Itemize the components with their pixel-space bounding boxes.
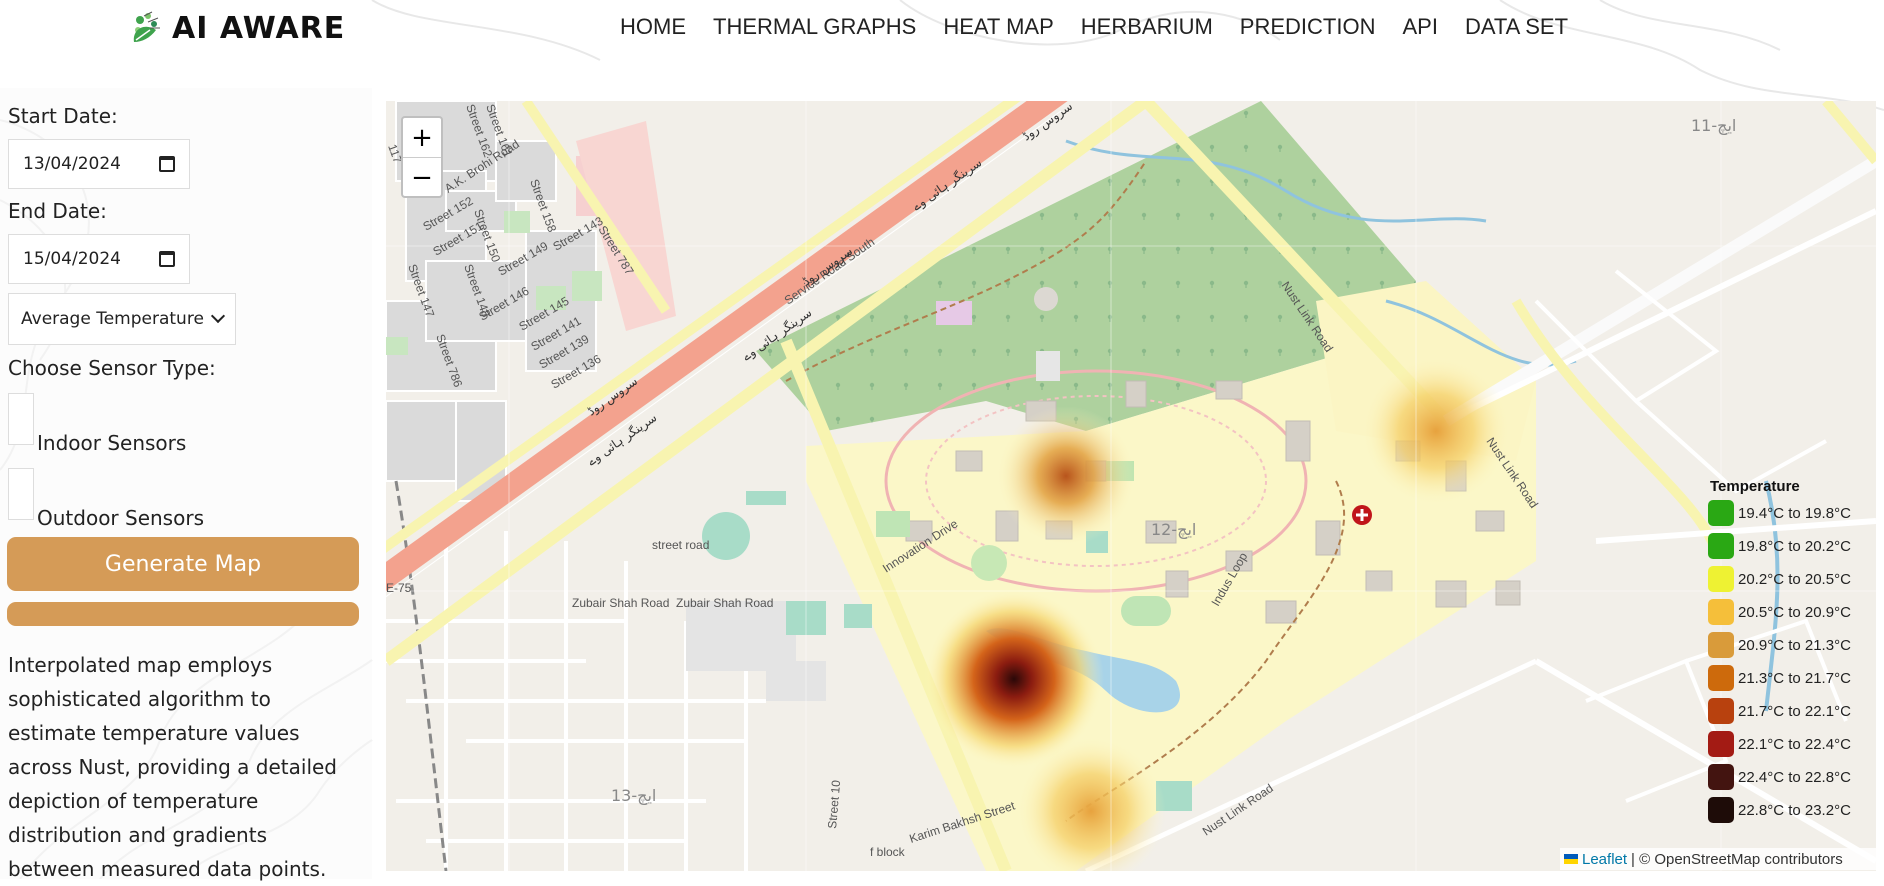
legend-label: 19.4°C to 19.8°C: [1738, 504, 1851, 522]
indoor-sensors-label: Indoor Sensors: [37, 431, 187, 455]
map-label-sector-h11: ایچ-11: [1691, 116, 1736, 135]
legend-swatch: [1708, 500, 1734, 526]
map-tiles[interactable]: Service Road South Street 787 Nust Link …: [386, 101, 1876, 871]
legend-swatch: [1708, 632, 1734, 658]
legend-label: 20.5°C to 20.9°C: [1738, 603, 1851, 621]
legend-row: 20.5°C to 20.9°C: [1708, 599, 1851, 625]
nav-home[interactable]: HOME: [620, 14, 686, 40]
temperature-legend: Temperature 19.4°C to 19.8°C 19.8°C to 20…: [1708, 478, 1868, 823]
chevron-down-icon: [210, 308, 226, 324]
nav-api[interactable]: API: [1402, 14, 1437, 40]
legend-swatch: [1708, 764, 1734, 790]
end-date-value: 15/04/2024: [23, 249, 121, 269]
map-label-e75: E-75: [386, 581, 412, 595]
logo-text: AI AWARE: [172, 10, 346, 46]
zoom-in-button[interactable]: +: [403, 118, 441, 158]
heat-map[interactable]: Service Road South Street 787 Nust Link …: [386, 101, 1876, 871]
end-date-label: End Date:: [8, 199, 107, 223]
legend-label: 20.2°C to 20.5°C: [1738, 570, 1851, 588]
calendar-icon[interactable]: [159, 156, 175, 172]
nav-heat-map[interactable]: HEAT MAP: [943, 14, 1053, 40]
map-label-street-10: Street 10: [825, 779, 843, 829]
map-label-nust-link-road-3: Nust Link Road: [1200, 781, 1276, 838]
legend-title: Temperature: [1710, 478, 1800, 495]
legend-row: 21.3°C to 21.7°C: [1708, 665, 1851, 691]
progress-bar: [7, 602, 359, 626]
map-description: Interpolated map employs sophisticated a…: [8, 653, 337, 881]
metric-select[interactable]: Average Temperature: [8, 293, 236, 345]
legend-label: 22.4°C to 22.8°C: [1738, 768, 1851, 786]
map-label-sector-h12: ایچ-12: [1151, 520, 1196, 539]
start-date-label: Start Date:: [8, 104, 118, 128]
leaf-brain-icon: [133, 11, 160, 42]
leaflet-link[interactable]: Leaflet: [1582, 851, 1627, 868]
nav-data-set[interactable]: DATA SET: [1465, 14, 1568, 40]
legend-swatch: [1708, 599, 1734, 625]
indoor-sensors-checkbox[interactable]: [8, 393, 34, 445]
legend-row: 22.1°C to 22.4°C: [1708, 731, 1851, 757]
nav-thermal-graphs[interactable]: THERMAL GRAPHS: [713, 14, 916, 40]
legend-label: 20.9°C to 21.3°C: [1738, 636, 1851, 654]
legend-swatch: [1708, 566, 1734, 592]
legend-row: 19.4°C to 19.8°C: [1708, 500, 1851, 526]
outdoor-sensors-label: Outdoor Sensors: [37, 506, 204, 530]
map-label-zubair-1: Zubair Shah Road: [572, 596, 669, 610]
logo[interactable]: AI AWARE: [128, 8, 345, 48]
legend-row: 19.8°C to 20.2°C: [1708, 533, 1851, 559]
start-date-value: 13/04/2024: [23, 154, 121, 174]
legend-swatch: [1708, 731, 1734, 757]
main-nav: HOME THERMAL GRAPHS HEAT MAP HERBARIUM P…: [620, 14, 1568, 40]
legend-swatch: [1708, 665, 1734, 691]
legend-swatch: [1708, 533, 1734, 559]
zoom-out-button[interactable]: −: [403, 158, 441, 197]
legend-row: 21.7°C to 22.1°C: [1708, 698, 1851, 724]
metric-select-value: Average Temperature: [21, 309, 204, 329]
legend-row: 22.4°C to 22.8°C: [1708, 764, 1851, 790]
legend-label: 21.3°C to 21.7°C: [1738, 669, 1851, 687]
ukraine-flag-icon: [1564, 854, 1578, 864]
map-attribution: Leaflet | © OpenStreetMap contributors: [1560, 848, 1876, 870]
start-date-input[interactable]: 13/04/2024: [8, 139, 190, 189]
legend-row: 20.9°C to 21.3°C: [1708, 632, 1851, 658]
map-label-f-block: f block: [870, 845, 906, 859]
legend-row: 22.8°C to 23.2°C: [1708, 797, 1851, 823]
legend-label: 22.8°C to 23.2°C: [1738, 801, 1851, 819]
legend-label: 19.8°C to 20.2°C: [1738, 537, 1851, 555]
generate-map-button[interactable]: Generate Map: [7, 537, 359, 591]
legend-swatch: [1708, 797, 1734, 823]
map-label-sector-h13: ایچ-13: [611, 786, 656, 805]
map-label-zubair-2: Zubair Shah Road: [676, 596, 773, 610]
end-date-input[interactable]: 15/04/2024: [8, 234, 190, 284]
legend-row: 20.2°C to 20.5°C: [1708, 566, 1851, 592]
legend-label: 22.1°C to 22.4°C: [1738, 735, 1851, 753]
legend-label: 21.7°C to 22.1°C: [1738, 702, 1851, 720]
map-label-street-road: street road: [652, 538, 709, 552]
legend-swatch: [1708, 698, 1734, 724]
outdoor-sensors-checkbox[interactable]: [8, 468, 34, 520]
nav-herbarium[interactable]: HERBARIUM: [1081, 14, 1213, 40]
nav-prediction[interactable]: PREDICTION: [1240, 14, 1376, 40]
calendar-icon[interactable]: [159, 251, 175, 267]
attribution-text: | © OpenStreetMap contributors: [1631, 850, 1843, 868]
zoom-control: + −: [401, 116, 443, 198]
sensor-type-label: Choose Sensor Type:: [8, 356, 216, 380]
